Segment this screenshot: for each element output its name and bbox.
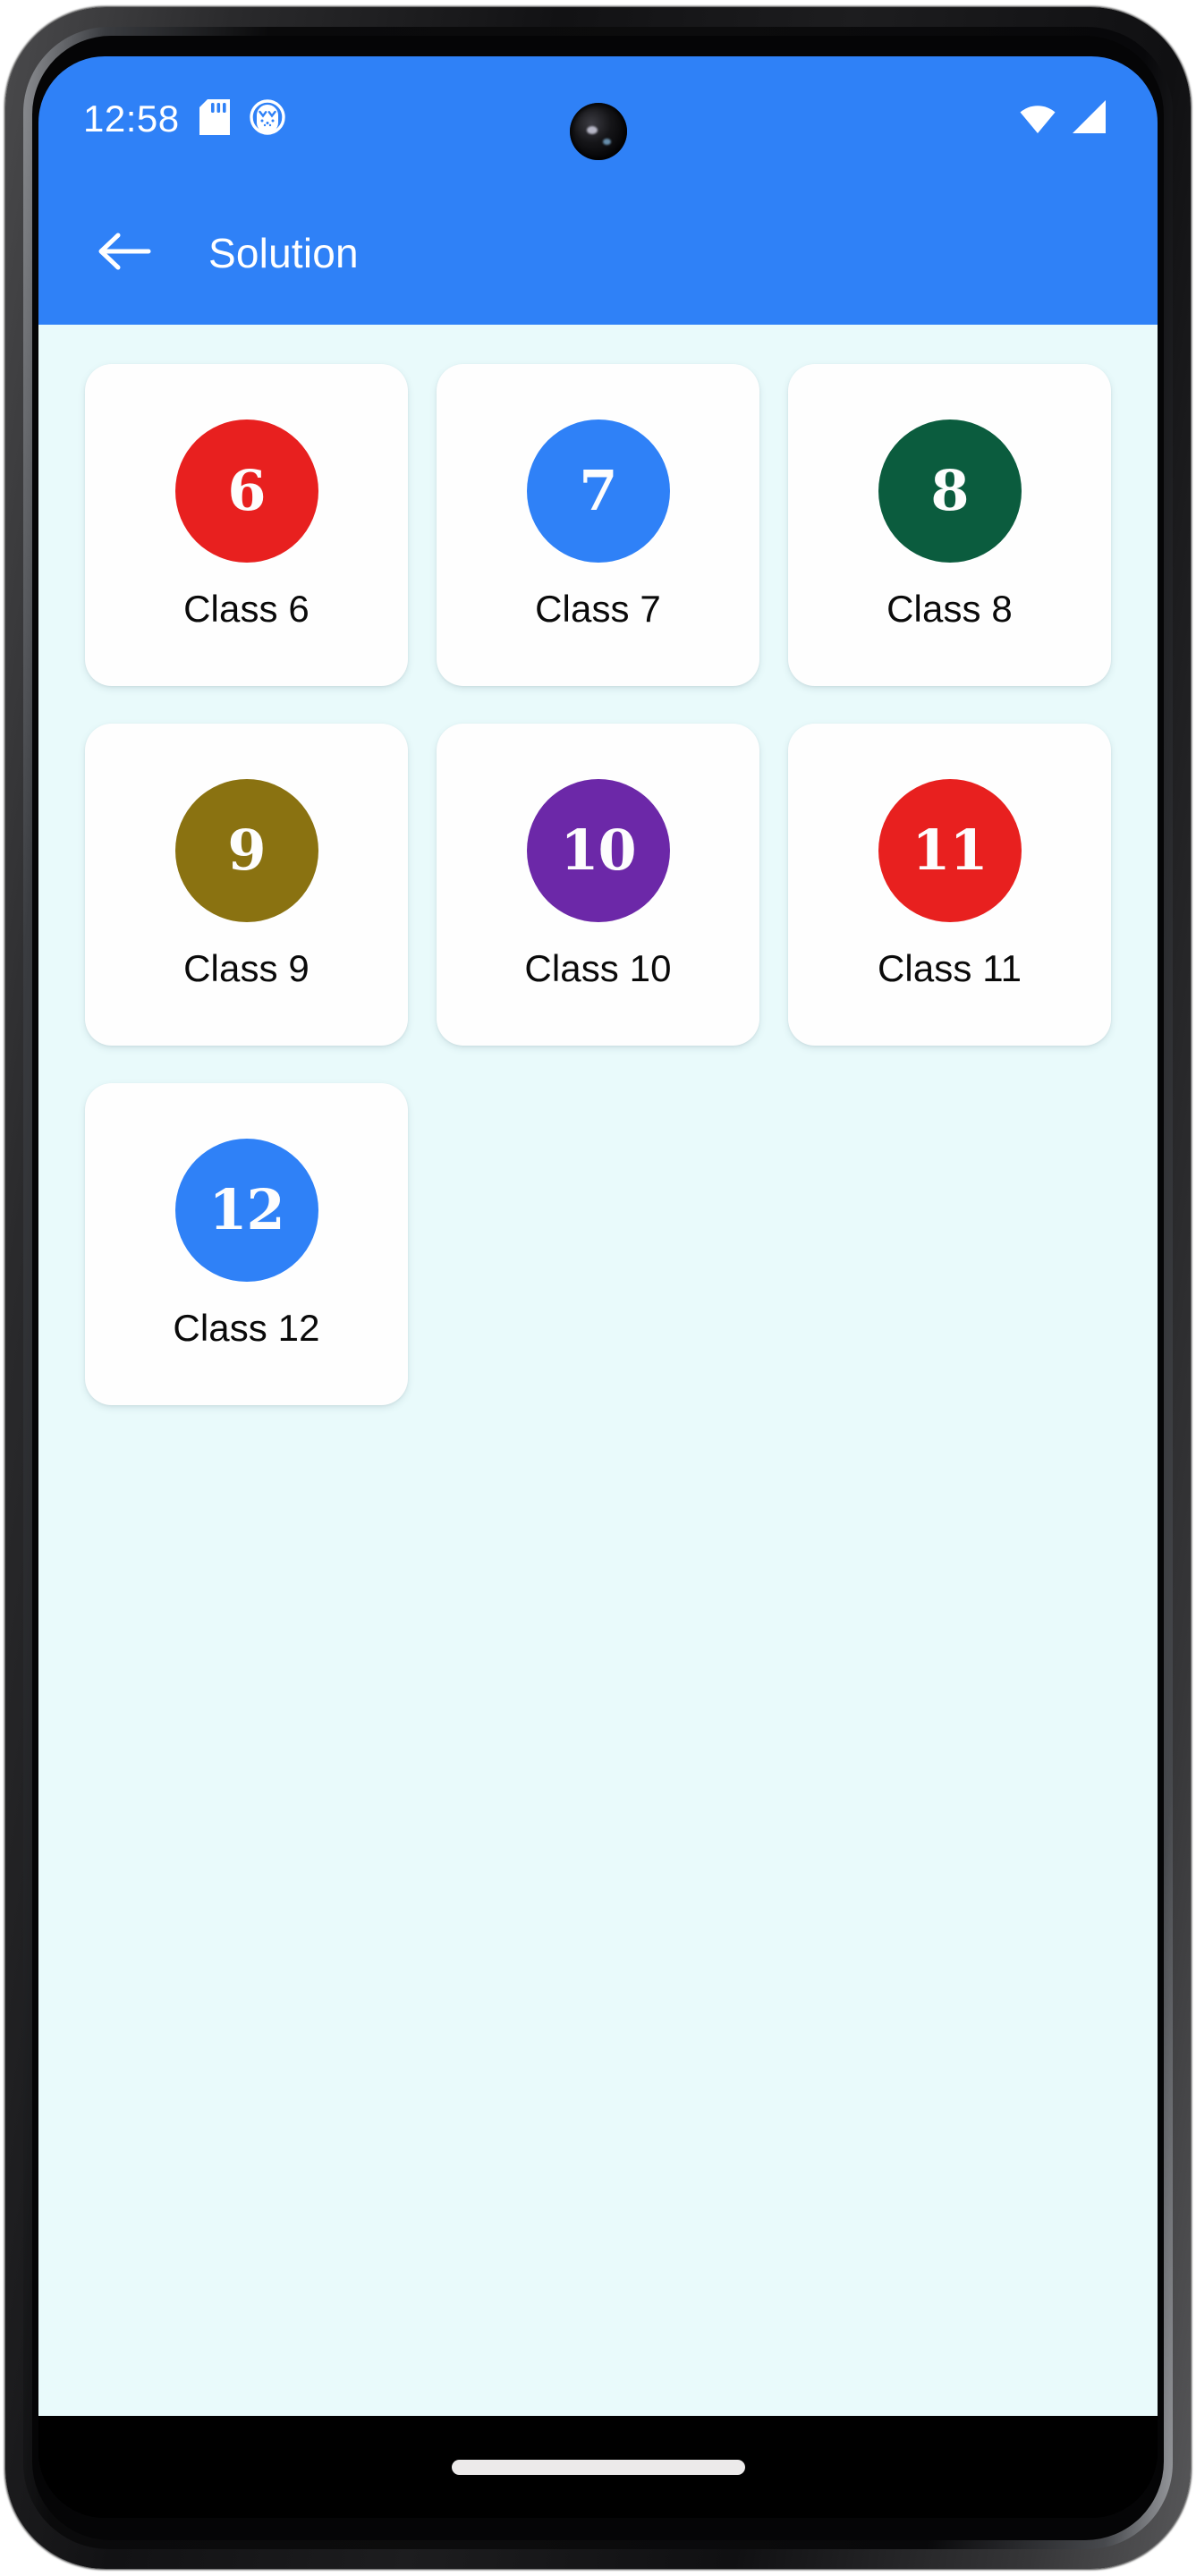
back-button[interactable] [90,219,158,287]
class-card-label: Class 11 [877,947,1022,989]
app-bar: Solution [38,182,1158,325]
class-card-11[interactable]: 11 Class 11 [788,724,1111,1046]
wifi-icon [1018,100,1057,139]
class-card-label: Class 8 [886,588,1013,630]
class-card-label: Class 10 [524,947,672,989]
class-card-7[interactable]: 7 Class 7 [437,364,759,686]
class-card-6[interactable]: 6 Class 6 [85,364,408,686]
class-card-label: Class 7 [535,588,661,630]
class-number-badge: 6 [174,419,318,563]
class-card-10[interactable]: 10 Class 10 [437,724,759,1046]
front-camera-cutout [569,103,627,160]
cellular-signal-icon [1072,99,1107,139]
device-frame: 12:58 Solution 6 Class 6 7 Class 7 8 Cla… [5,7,1191,2569]
home-gesture-pill[interactable] [451,2459,745,2475]
status-bar-left-group: 12:58 [83,97,285,140]
class-number-badge: 10 [526,779,670,922]
app-notification-icon [249,98,285,140]
content-area: 6 Class 6 7 Class 7 8 Class 8 9 Class 9 … [38,325,1158,2416]
class-number-badge: 7 [526,419,670,563]
class-number-badge: 11 [878,779,1022,922]
class-number-badge: 12 [174,1139,318,1282]
class-grid: 6 Class 6 7 Class 7 8 Class 8 9 Class 9 … [85,364,1111,1405]
class-card-9[interactable]: 9 Class 9 [85,724,408,1046]
class-number-badge: 9 [174,779,318,922]
class-card-label: Class 12 [173,1307,320,1349]
class-card-8[interactable]: 8 Class 8 [788,364,1111,686]
class-number-badge: 8 [878,419,1022,563]
back-arrow-icon [97,228,152,279]
sd-card-icon [199,98,230,140]
phone-screen: 12:58 Solution 6 Class 6 7 Class 7 8 Cla… [38,56,1158,2518]
status-bar-clock: 12:58 [83,97,180,140]
class-card-label: Class 9 [183,947,310,989]
class-card-12[interactable]: 12 Class 12 [85,1083,408,1405]
status-bar-right-group [1018,99,1107,139]
class-card-label: Class 6 [183,588,310,630]
gesture-navigation-bar [38,2416,1158,2518]
page-title: Solution [208,230,359,276]
